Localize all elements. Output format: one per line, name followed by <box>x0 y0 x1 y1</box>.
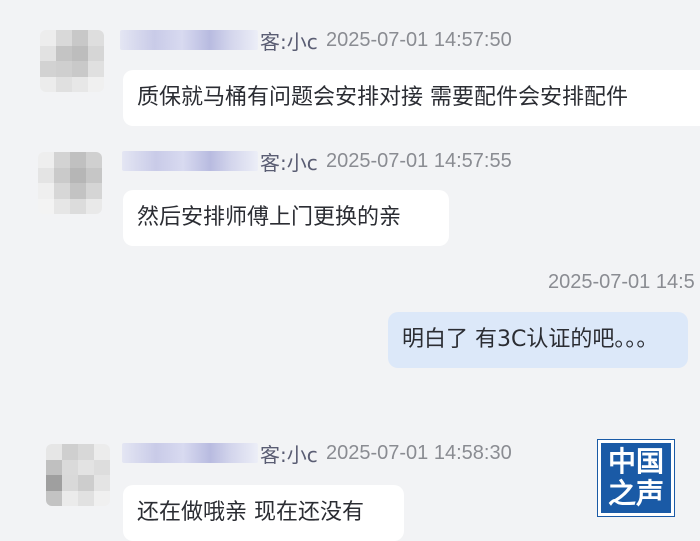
logo-line-2: 之声 <box>607 477 664 510</box>
message-bubble[interactable]: 然后安排师傅上门更换的亲 <box>123 190 449 246</box>
blurred-name <box>122 443 258 463</box>
message-timestamp: 2025-07-01 14:57:50 <box>326 29 512 51</box>
message-timestamp: 2025-07-01 14:5 <box>548 271 695 293</box>
logo-line-1: 中国 <box>607 445 664 478</box>
message-bubble[interactable]: 还在做哦亲 现在还没有 <box>123 485 404 541</box>
message-bubble-self[interactable]: 明白了 有3C认证的吧。。。 <box>388 312 688 368</box>
blurred-name <box>120 30 258 50</box>
message-bubble[interactable]: 质保就马桶有问题会安排对接 需要配件会安排配件 <box>123 70 700 126</box>
message-timestamp: 2025-07-01 14:58:30 <box>326 442 512 464</box>
blurred-name <box>122 151 258 171</box>
avatar <box>46 444 110 506</box>
broadcaster-logo: 中国 之声 <box>597 439 675 517</box>
avatar <box>38 152 102 214</box>
message-timestamp: 2025-07-01 14:57:55 <box>326 150 512 172</box>
sender-name: 客:小c <box>120 29 318 54</box>
sender-name: 客:小c <box>122 442 318 467</box>
sender-name: 客:小c <box>122 150 318 175</box>
avatar <box>40 30 104 92</box>
